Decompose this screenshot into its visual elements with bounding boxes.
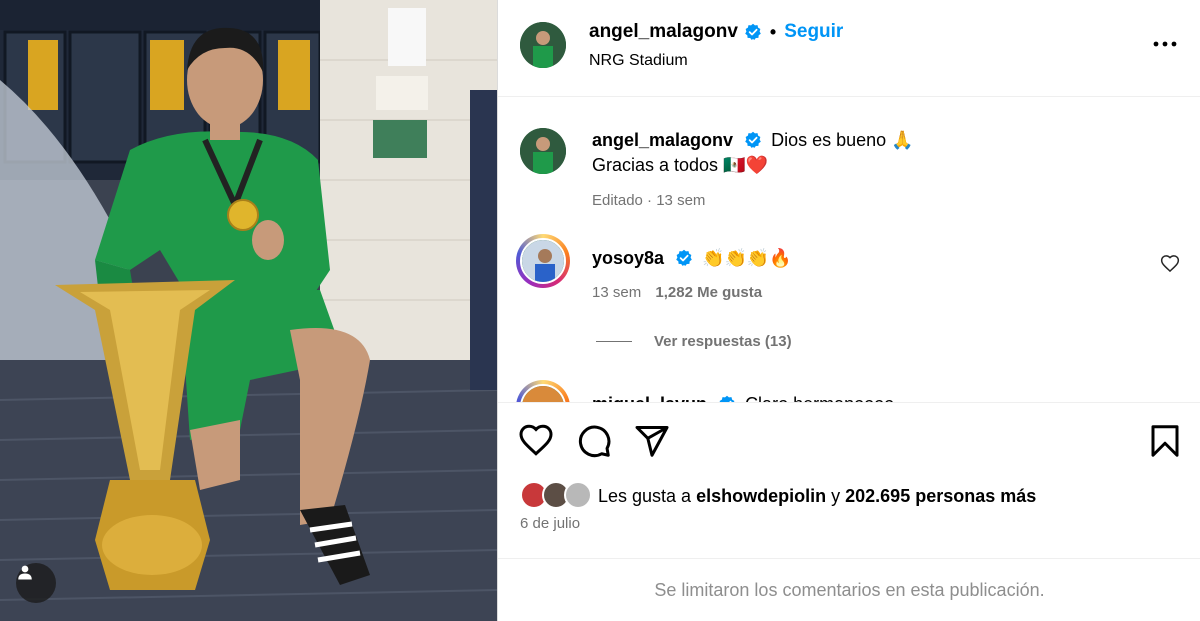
caption-line-2: Gracias a todos 🇲🇽❤️ (592, 155, 768, 175)
post-date[interactable]: 6 de julio (520, 515, 580, 532)
comment-username[interactable]: miguel_layun (592, 394, 707, 402)
heart-icon[interactable] (518, 423, 554, 459)
comment-text: miguel_layun Claro hermanoooo (592, 392, 1152, 402)
caption-text: angel_malagonv Dios es bueno 🙏 Gracias a… (592, 128, 1152, 178)
post-header: angel_malagonv • Seguir NRG Stadium (498, 0, 1200, 97)
post-image (0, 0, 497, 621)
user-tag-icon (18, 565, 32, 580)
verified-icon (676, 249, 692, 267)
header-separator: • (769, 21, 777, 42)
likes-user[interactable]: elshowdepiolin (696, 486, 826, 507)
post-details-panel: angel_malagonv • Seguir NRG Stadium ange… (497, 0, 1200, 621)
more-options-button[interactable] (1151, 30, 1179, 58)
likes-conj: y (831, 485, 841, 506)
comment-likes[interactable]: 1,282 Me gusta (655, 284, 762, 301)
liker-avatars (520, 481, 592, 511)
comments-section[interactable]: angel_malagonv Dios es bueno 🙏 Gracias a… (498, 98, 1200, 402)
comments-limited-notice: Se limitaron los comentarios en esta pub… (498, 558, 1200, 621)
post-actions: Les gusta a elshowdepiolin y 202.695 per… (498, 402, 1200, 558)
comment-body: 👏👏👏🔥 (702, 248, 792, 268)
liker-avatar[interactable] (564, 481, 592, 509)
replies-divider (596, 341, 632, 342)
caption: angel_malagonv Dios es bueno 🙏 Gracias a… (520, 128, 1180, 218)
comment-item: miguel_layun Claro hermanoooo (516, 380, 1180, 402)
likes-others[interactable]: 202.695 personas más (845, 486, 1036, 507)
post-location[interactable]: NRG Stadium (589, 52, 688, 70)
more-icon (1153, 41, 1177, 47)
author-username[interactable]: angel_malagonv (589, 21, 738, 43)
story-ring[interactable] (516, 234, 570, 288)
caption-meta-sep: · (647, 192, 653, 209)
verified-icon (745, 131, 761, 149)
author-line: angel_malagonv • Seguir (589, 21, 843, 43)
bookmark-icon[interactable] (1147, 423, 1183, 459)
user-tag-button[interactable] (16, 563, 56, 603)
comment-avatar[interactable] (520, 384, 566, 402)
likes-prefix: Les gusta a (598, 485, 692, 506)
comment-body: Claro hermanoooo (745, 394, 894, 402)
verified-icon (745, 23, 761, 41)
caption-line-1: Dios es bueno 🙏 (771, 130, 914, 150)
comment-icon[interactable] (576, 423, 612, 459)
view-replies-label: Ver respuestas (13) (654, 333, 792, 350)
caption-meta: Editado · 13 sem (592, 192, 705, 209)
edited-label: Editado (592, 192, 643, 209)
caption-avatar[interactable] (520, 128, 566, 174)
comment-meta: 13 sem 1,282 Me gusta (592, 284, 762, 301)
post-photo (0, 0, 497, 621)
author-avatar[interactable] (520, 22, 566, 68)
view-replies-button[interactable]: Ver respuestas (13) (596, 333, 792, 350)
share-icon[interactable] (634, 423, 670, 459)
comment-item: yosoy8a 👏👏👏🔥 13 sem 1,282 Me gusta (516, 234, 1180, 308)
caption-username[interactable]: angel_malagonv (592, 130, 733, 150)
caption-time[interactable]: 13 sem (656, 192, 705, 209)
comment-time[interactable]: 13 sem (592, 284, 641, 301)
comment-avatar[interactable] (520, 238, 566, 284)
story-ring[interactable] (516, 380, 570, 402)
follow-button[interactable]: Seguir (784, 21, 843, 43)
comment-username[interactable]: yosoy8a (592, 248, 664, 268)
likes-summary: Les gusta a elshowdepiolin y 202.695 per… (520, 481, 1036, 511)
comment-text: yosoy8a 👏👏👏🔥 (592, 246, 1152, 271)
comment-like-icon[interactable] (1160, 254, 1180, 274)
verified-icon (719, 395, 735, 402)
